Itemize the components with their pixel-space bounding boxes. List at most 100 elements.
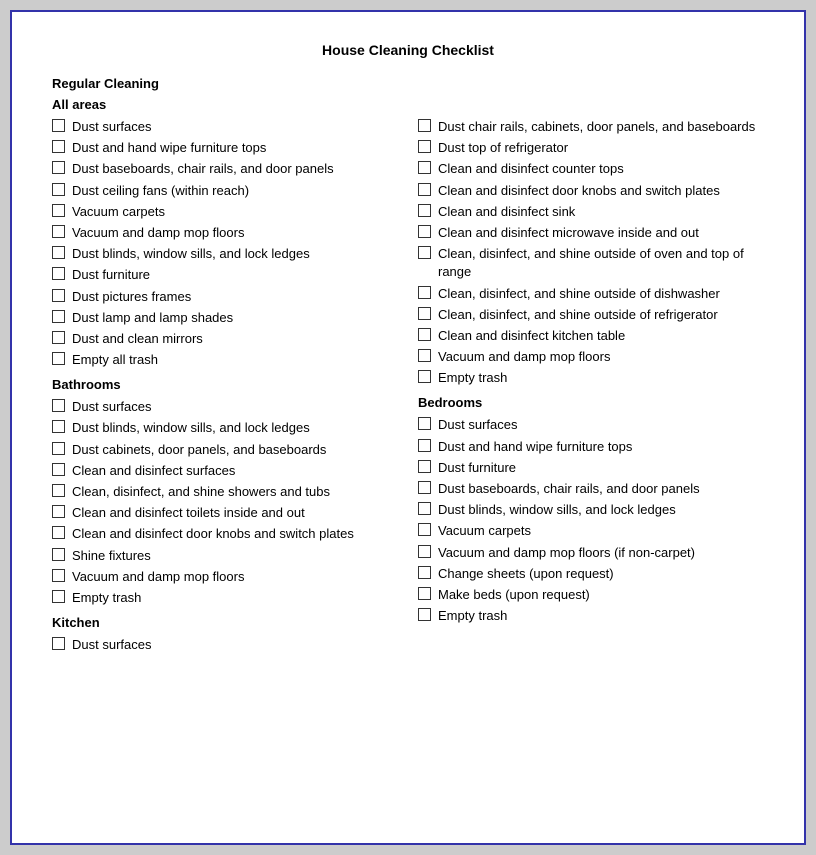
checkbox[interactable] (52, 331, 65, 344)
checkbox[interactable] (52, 505, 65, 518)
checkbox[interactable] (52, 590, 65, 603)
item-text: Dust chair rails, cabinets, door panels,… (438, 118, 764, 136)
list-item: Dust and hand wipe furniture tops (52, 139, 398, 157)
item-text: Dust and hand wipe furniture tops (72, 139, 398, 157)
list-item: Clean, disinfect, and shine outside of r… (418, 306, 764, 324)
list-item: Clean and disinfect sink (418, 203, 764, 221)
item-text: Clean and disinfect toilets inside and o… (72, 504, 398, 522)
item-text: Vacuum carpets (72, 203, 398, 221)
checkbox[interactable] (52, 119, 65, 132)
checkbox[interactable] (52, 526, 65, 539)
checkbox[interactable] (52, 399, 65, 412)
checkbox[interactable] (418, 460, 431, 473)
item-text: Dust ceiling fans (within reach) (72, 182, 398, 200)
list-item: Vacuum and damp mop floors (52, 224, 398, 242)
checkbox[interactable] (418, 608, 431, 621)
item-text: Clean, disinfect, and shine outside of o… (438, 245, 764, 281)
list-item: Dust baseboards, chair rails, and door p… (52, 160, 398, 178)
bathrooms-label: Bathrooms (52, 377, 398, 392)
bedrooms-label: Bedrooms (418, 395, 764, 410)
list-item: Clean, disinfect, and shine outside of d… (418, 285, 764, 303)
list-item: Vacuum and damp mop floors (if non-carpe… (418, 544, 764, 562)
checkbox[interactable] (52, 183, 65, 196)
item-text: Dust furniture (438, 459, 764, 477)
checkbox[interactable] (418, 587, 431, 600)
checkbox[interactable] (418, 439, 431, 452)
checkbox[interactable] (418, 566, 431, 579)
checkbox[interactable] (418, 161, 431, 174)
page: House Cleaning Checklist Regular Cleanin… (10, 10, 806, 845)
checkbox[interactable] (418, 204, 431, 217)
checkbox[interactable] (418, 523, 431, 536)
all-areas-left-list: Dust surfaces Dust and hand wipe furnitur… (52, 118, 398, 369)
item-text: Make beds (upon request) (438, 586, 764, 604)
checkbox[interactable] (418, 183, 431, 196)
checkbox[interactable] (418, 140, 431, 153)
list-item: Clean and disinfect surfaces (52, 462, 398, 480)
item-text: Dust top of refrigerator (438, 139, 764, 157)
checkbox[interactable] (52, 484, 65, 497)
list-item: Dust blinds, window sills, and lock ledg… (52, 419, 398, 437)
list-item: Dust lamp and lamp shades (52, 309, 398, 327)
list-item: Empty all trash (52, 351, 398, 369)
item-text: Vacuum and damp mop floors (if non-carpe… (438, 544, 764, 562)
checkbox[interactable] (418, 246, 431, 259)
checkbox[interactable] (418, 349, 431, 362)
checkbox[interactable] (418, 307, 431, 320)
list-item: Change sheets (upon request) (418, 565, 764, 583)
checkbox[interactable] (418, 370, 431, 383)
checkbox[interactable] (52, 420, 65, 433)
item-text: Dust surfaces (72, 636, 398, 654)
checkbox[interactable] (52, 289, 65, 302)
checkbox[interactable] (52, 225, 65, 238)
checkbox[interactable] (52, 161, 65, 174)
checkbox[interactable] (52, 637, 65, 650)
checkbox[interactable] (52, 204, 65, 217)
item-text: Dust blinds, window sills, and lock ledg… (72, 245, 398, 263)
item-text: Empty trash (72, 589, 398, 607)
checkbox[interactable] (52, 463, 65, 476)
checkbox[interactable] (52, 548, 65, 561)
checkbox[interactable] (52, 140, 65, 153)
item-text: Clean and disinfect microwave inside and… (438, 224, 764, 242)
list-item: Shine fixtures (52, 547, 398, 565)
item-text: Change sheets (upon request) (438, 565, 764, 583)
checkbox[interactable] (418, 545, 431, 558)
item-text: Vacuum and damp mop floors (72, 224, 398, 242)
checkbox[interactable] (52, 310, 65, 323)
list-item: Clean, disinfect, and shine outside of o… (418, 245, 764, 281)
item-text: Clean and disinfect door knobs and switc… (72, 525, 398, 543)
checkbox[interactable] (418, 417, 431, 430)
item-text: Clean, disinfect, and shine outside of d… (438, 285, 764, 303)
list-item: Clean and disinfect door knobs and switc… (52, 525, 398, 543)
list-item: Dust and clean mirrors (52, 330, 398, 348)
list-item: Dust furniture (418, 459, 764, 477)
checkbox[interactable] (52, 442, 65, 455)
list-item: Dust surfaces (52, 118, 398, 136)
checkbox[interactable] (418, 286, 431, 299)
checkbox[interactable] (52, 352, 65, 365)
item-text: Vacuum and damp mop floors (72, 568, 398, 586)
checkbox[interactable] (52, 569, 65, 582)
checkbox[interactable] (418, 481, 431, 494)
checkbox[interactable] (52, 246, 65, 259)
list-item: Clean and disinfect counter tops (418, 160, 764, 178)
bedrooms-list: Dust surfacesDust and hand wipe furnitur… (418, 416, 764, 625)
item-text: Dust lamp and lamp shades (72, 309, 398, 327)
list-item: Vacuum and damp mop floors (52, 568, 398, 586)
kitchen-label: Kitchen (52, 615, 398, 630)
item-text: Clean and disinfect counter tops (438, 160, 764, 178)
item-text: Clean and disinfect door knobs and switc… (438, 182, 764, 200)
checkbox[interactable] (52, 267, 65, 280)
list-item: Clean and disinfect toilets inside and o… (52, 504, 398, 522)
list-item: Clean and disinfect kitchen table (418, 327, 764, 345)
list-item: Dust pictures frames (52, 288, 398, 306)
checkbox[interactable] (418, 225, 431, 238)
checkbox[interactable] (418, 502, 431, 515)
checkbox[interactable] (418, 119, 431, 132)
all-areas-right-col: Dust chair rails, cabinets, door panels,… (418, 118, 764, 662)
item-text: Shine fixtures (72, 547, 398, 565)
page-title: House Cleaning Checklist (52, 42, 764, 58)
checkbox[interactable] (418, 328, 431, 341)
item-text: Empty trash (438, 369, 764, 387)
